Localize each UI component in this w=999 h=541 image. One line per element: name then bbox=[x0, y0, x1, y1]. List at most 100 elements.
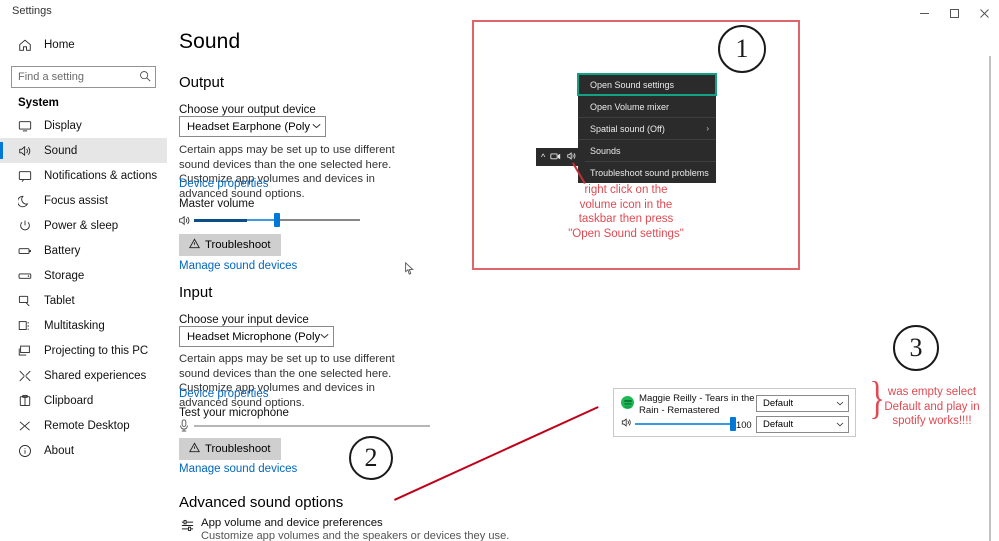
annotation-step-3-text: was empty select Default and play in spo… bbox=[884, 386, 980, 427]
volume-icon bbox=[621, 417, 632, 431]
menu-item-sounds[interactable]: Sounds bbox=[578, 140, 716, 161]
page-title: Sound bbox=[179, 30, 241, 53]
sidebar-item-shared-experiences[interactable]: Shared experiences bbox=[0, 363, 167, 388]
search-container bbox=[11, 66, 156, 88]
close-icon[interactable] bbox=[969, 0, 999, 26]
sidebar-item-notifications[interactable]: Notifications & actions bbox=[0, 163, 167, 188]
output-device-label: Choose your output device bbox=[179, 104, 316, 116]
slider-thumb[interactable] bbox=[274, 213, 280, 227]
app-output-device-select[interactable]: Default bbox=[756, 395, 849, 412]
app-volume-value: 100 bbox=[736, 419, 752, 430]
sliders-icon bbox=[180, 518, 195, 536]
sidebar-item-multitasking[interactable]: Multitasking bbox=[0, 313, 167, 338]
taskbar-tray: ^ bbox=[536, 148, 585, 166]
sidebar-item-power-sleep[interactable]: Power & sleep bbox=[0, 213, 167, 238]
master-volume-label: Master volume bbox=[179, 198, 255, 210]
sidebar-item-clipboard[interactable]: Clipboard bbox=[0, 388, 167, 413]
output-troubleshoot-button[interactable]: Troubleshoot bbox=[179, 234, 281, 256]
annotation-step-2-circle: 2 bbox=[349, 436, 393, 480]
app-volume-preferences-title[interactable]: App volume and device preferences bbox=[201, 517, 383, 529]
settings-window: Settings Home System bbox=[0, 0, 999, 541]
warning-icon bbox=[188, 442, 201, 456]
microphone-level-slider[interactable] bbox=[194, 418, 430, 434]
sidebar-item-label: Shared experiences bbox=[44, 369, 147, 382]
input-troubleshoot-label: Troubleshoot bbox=[205, 443, 271, 455]
sidebar-item-focus-assist[interactable]: Focus assist bbox=[0, 188, 167, 213]
app-output-device-value: Default bbox=[763, 398, 794, 409]
info-icon bbox=[18, 444, 40, 458]
input-device-select[interactable]: Headset Microphone (Poly BT600) bbox=[179, 326, 334, 347]
output-device-select[interactable]: Headset Earphone (Poly BT600) bbox=[179, 116, 326, 137]
slider-track bbox=[194, 425, 430, 427]
projecting-icon bbox=[18, 344, 40, 358]
chevron-down-icon bbox=[836, 399, 844, 408]
output-device-value: Headset Earphone (Poly BT600) bbox=[187, 120, 312, 133]
input-description: Certain apps may be set up to use differ… bbox=[179, 353, 395, 409]
sidebar-item-label: Notifications & actions bbox=[44, 169, 158, 182]
sidebar-group-heading: System bbox=[18, 97, 59, 109]
slider-level-meter bbox=[194, 218, 248, 222]
menu-item-spatial-sound[interactable]: Spatial sound (Off) › bbox=[578, 118, 716, 139]
input-manage-sound-devices-link[interactable]: Manage sound devices bbox=[179, 463, 297, 475]
search-input[interactable] bbox=[11, 66, 156, 88]
home-icon bbox=[18, 38, 40, 52]
sidebar-item-label: About bbox=[44, 444, 75, 457]
sidebar-item-label: Power & sleep bbox=[44, 219, 119, 232]
sidebar-item-label: Display bbox=[44, 119, 82, 132]
annotation-step-3-circle: 3 bbox=[893, 325, 939, 371]
sidebar-item-about[interactable]: About bbox=[0, 438, 167, 463]
spotify-icon bbox=[621, 396, 634, 409]
sidebar-item-sound[interactable]: Sound bbox=[0, 138, 167, 163]
output-manage-sound-devices-link[interactable]: Manage sound devices bbox=[179, 260, 297, 272]
window-title: Settings bbox=[12, 5, 52, 17]
sidebar-item-remote-desktop[interactable]: Remote Desktop bbox=[0, 413, 167, 438]
app-name: Maggie Reilly - Tears in the Rain - Rema… bbox=[639, 393, 755, 416]
network-icon[interactable] bbox=[550, 152, 561, 163]
sidebar-item-label: Projecting to this PC bbox=[44, 344, 149, 357]
chevron-down-icon bbox=[312, 122, 321, 131]
vertical-scrollbar[interactable] bbox=[985, 56, 995, 541]
storage-icon bbox=[18, 269, 40, 283]
menu-item-troubleshoot-sound-problems[interactable]: Troubleshoot sound problems bbox=[578, 162, 716, 183]
warning-icon bbox=[188, 238, 201, 252]
multitasking-icon bbox=[18, 319, 40, 333]
sidebar-item-battery[interactable]: Battery bbox=[0, 238, 167, 263]
menu-item-label: Sounds bbox=[590, 145, 621, 156]
input-troubleshoot-button[interactable]: Troubleshoot bbox=[179, 438, 281, 460]
menu-item-open-sound-settings[interactable]: Open Sound settings bbox=[577, 73, 717, 96]
sidebar-item-home[interactable]: Home bbox=[0, 30, 167, 60]
app-volume-slider[interactable] bbox=[635, 416, 736, 432]
annotation-step-1-text: right click on the volume icon in the ta… bbox=[568, 184, 684, 240]
sidebar: Home System Display Sound Notifica bbox=[0, 26, 168, 541]
sidebar-item-label: Multitasking bbox=[44, 319, 105, 332]
chevron-right-icon: › bbox=[706, 124, 709, 133]
sidebar-item-storage[interactable]: Storage bbox=[0, 263, 167, 288]
sidebar-item-label: Sound bbox=[44, 144, 78, 157]
mouse-cursor bbox=[405, 261, 414, 275]
taskbar-context-menu: Open Sound settings Open Volume mixer Sp… bbox=[577, 73, 717, 183]
chevron-up-icon[interactable]: ^ bbox=[541, 152, 545, 162]
menu-item-open-volume-mixer[interactable]: Open Volume mixer bbox=[578, 96, 716, 117]
annotation-step-1-circle: 1 bbox=[718, 25, 766, 73]
master-volume-slider[interactable] bbox=[194, 212, 360, 228]
sidebar-item-projecting[interactable]: Projecting to this PC bbox=[0, 338, 167, 363]
sidebar-item-tablet[interactable]: Tablet bbox=[0, 288, 167, 313]
sidebar-item-label: Storage bbox=[44, 269, 85, 282]
sidebar-item-label: Focus assist bbox=[44, 194, 108, 207]
minimize-icon[interactable] bbox=[909, 0, 939, 26]
maximize-icon[interactable] bbox=[939, 0, 969, 26]
scrollbar-thumb[interactable] bbox=[989, 56, 991, 541]
clipboard-icon bbox=[18, 394, 40, 408]
sidebar-item-display[interactable]: Display bbox=[0, 113, 167, 138]
sidebar-home-label: Home bbox=[44, 39, 75, 51]
share-icon bbox=[18, 369, 40, 383]
sidebar-item-label: Clipboard bbox=[44, 394, 94, 407]
moon-icon bbox=[18, 194, 40, 208]
output-device-properties-link[interactable]: Device properties bbox=[179, 178, 268, 190]
app-input-device-select[interactable]: Default bbox=[756, 416, 849, 433]
tablet-icon bbox=[18, 294, 40, 308]
advanced-heading: Advanced sound options bbox=[179, 494, 344, 511]
menu-item-label: Troubleshoot sound problems bbox=[590, 167, 709, 178]
input-device-properties-link[interactable]: Device properties bbox=[179, 388, 268, 400]
volume-icon[interactable] bbox=[566, 151, 577, 163]
